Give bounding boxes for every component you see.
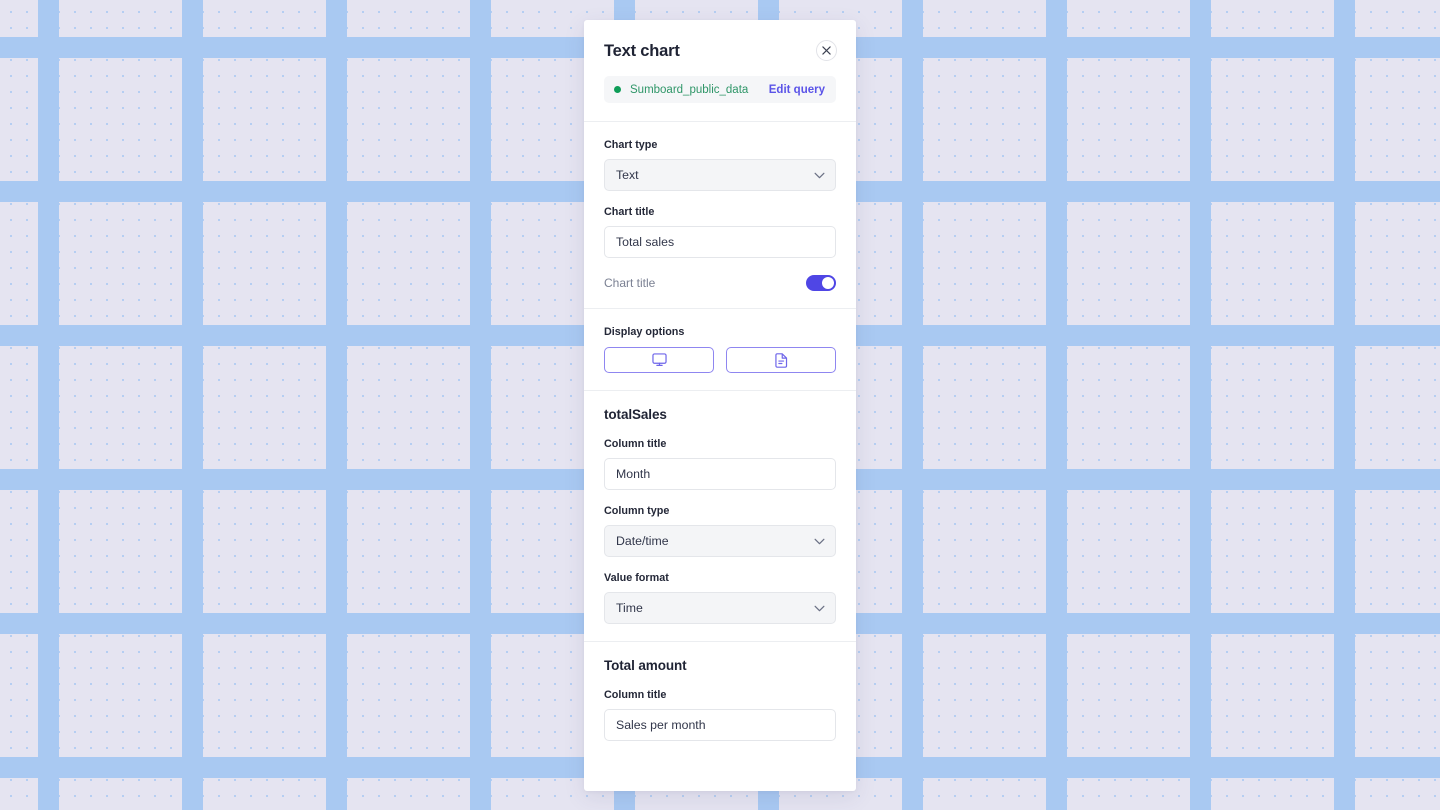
column-section-heading: totalSales <box>604 407 667 422</box>
chart-title-toggle-label: Chart title <box>604 276 656 290</box>
display-options-buttons <box>604 347 836 373</box>
column-title-field: Column title <box>604 688 836 741</box>
chart-title-toggle-row: Chart title <box>604 275 836 291</box>
status-dot-green-icon <box>614 86 621 93</box>
chart-type-field: Chart type Text <box>604 138 836 191</box>
close-icon <box>822 46 831 55</box>
chart-title-toggle[interactable] <box>806 275 836 291</box>
chart-title-input[interactable] <box>604 226 836 258</box>
column-type-label: Column type <box>604 505 670 517</box>
chevron-down-icon <box>814 605 825 612</box>
chevron-down-icon <box>814 172 825 179</box>
chart-basics-section: Chart type Text Chart title Chart title <box>584 122 856 308</box>
panel-header: Text chart Sumboard_public_data Edit que… <box>584 20 856 103</box>
column-section-totalsales: totalSales Column title Column type Date… <box>584 391 856 641</box>
value-format-value: Time <box>616 601 643 615</box>
column-type-select[interactable]: Date/time <box>604 525 836 557</box>
edit-query-link[interactable]: Edit query <box>769 84 825 96</box>
chart-title-field: Chart title <box>604 205 836 258</box>
document-icon <box>774 352 788 368</box>
column-type-value: Date/time <box>616 534 669 548</box>
value-format-select[interactable]: Time <box>604 592 836 624</box>
toggle-knob <box>822 277 834 289</box>
data-source-chip[interactable]: Sumboard_public_data Edit query <box>604 76 836 103</box>
monitor-icon <box>651 353 667 367</box>
chart-settings-panel: Text chart Sumboard_public_data Edit que… <box>584 20 856 791</box>
chart-title-label: Chart title <box>604 206 655 218</box>
column-section-total-amount: Total amount Column title <box>584 642 856 758</box>
display-option-monitor-button[interactable] <box>604 347 714 373</box>
value-format-label: Value format <box>604 572 669 584</box>
chart-type-select[interactable]: Text <box>604 159 836 191</box>
column-section-heading: Total amount <box>604 658 687 673</box>
chevron-down-icon <box>814 538 825 545</box>
display-option-document-button[interactable] <box>726 347 836 373</box>
close-button[interactable] <box>816 40 837 61</box>
column-title-label: Column title <box>604 689 667 701</box>
column-type-field: Column type Date/time <box>604 504 836 557</box>
value-format-field: Value format Time <box>604 571 836 624</box>
chart-type-value: Text <box>616 168 639 182</box>
page-title: Text chart <box>604 42 680 60</box>
data-source-name: Sumboard_public_data <box>630 83 749 96</box>
column-title-field: Column title <box>604 437 836 490</box>
display-options-section: Display options <box>584 309 856 390</box>
column-title-label: Column title <box>604 438 667 450</box>
chart-type-label: Chart type <box>604 139 658 151</box>
column-title-input[interactable] <box>604 458 836 490</box>
display-options-label: Display options <box>604 326 685 338</box>
column-title-input[interactable] <box>604 709 836 741</box>
